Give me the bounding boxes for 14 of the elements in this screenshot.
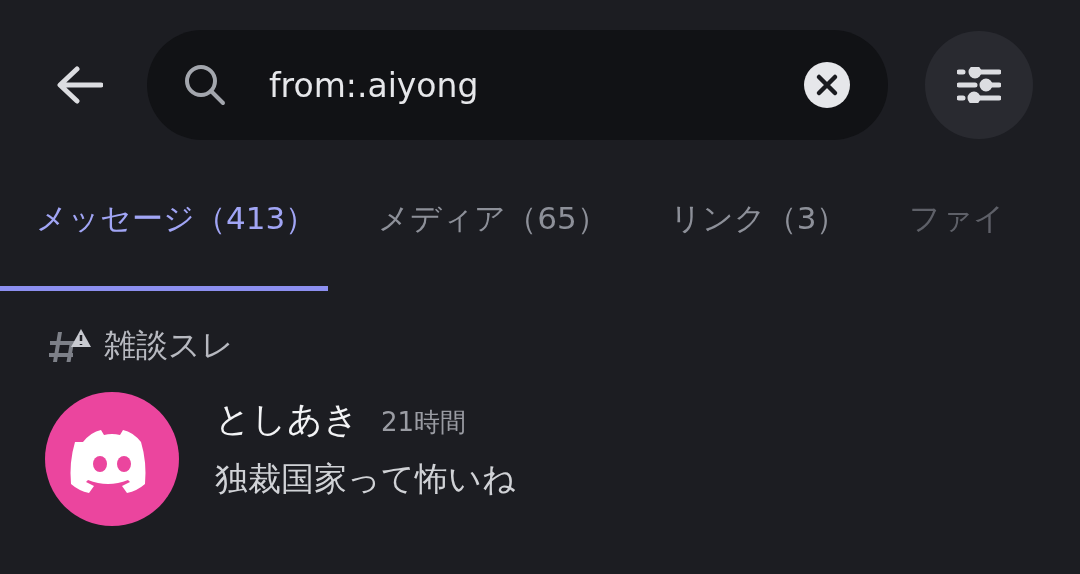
- tab[interactable]: リンク（3）: [639, 190, 860, 291]
- channel-name: 雑談スレ: [104, 325, 234, 366]
- back-arrow-icon[interactable]: [55, 65, 103, 105]
- message-text: 独裁国家って怖いね: [215, 458, 516, 500]
- search-field[interactable]: from:.aiyong: [147, 30, 888, 140]
- channel-warning-icon: [48, 328, 92, 364]
- timestamp: 21時間: [381, 406, 467, 439]
- sliders-icon: [957, 67, 1001, 103]
- avatar-icon: [45, 392, 179, 526]
- author-name: としあき: [215, 398, 359, 441]
- tab[interactable]: メディア（65）: [348, 190, 620, 291]
- search-query[interactable]: from:.aiyong: [269, 65, 479, 105]
- tab[interactable]: メッセージ（413）: [0, 190, 329, 291]
- clear-icon[interactable]: [803, 61, 851, 109]
